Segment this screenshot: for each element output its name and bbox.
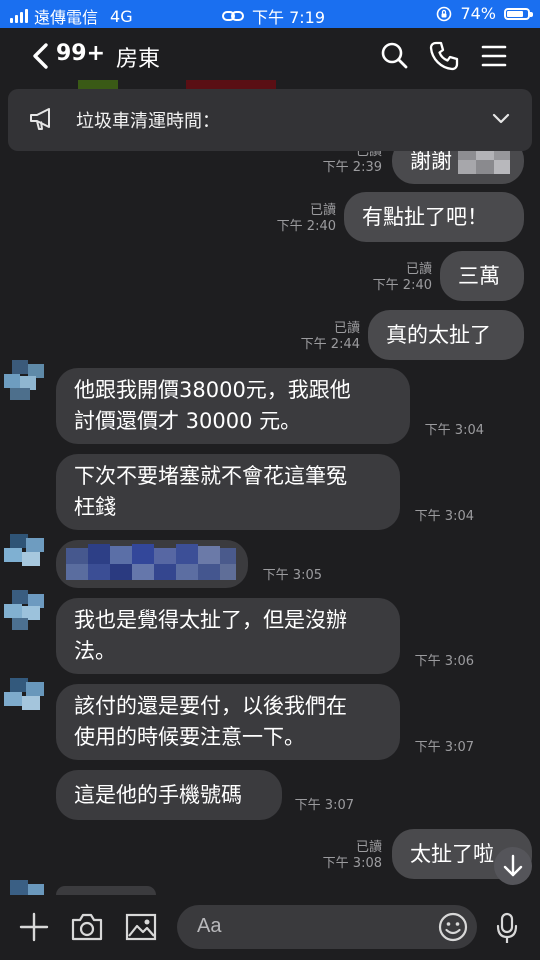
read-receipt: 已讀	[309, 203, 336, 218]
camera-icon[interactable]	[70, 911, 104, 943]
microphone-icon[interactable]	[494, 911, 520, 945]
message-bubble-received[interactable]: 他跟我開價38000元，我跟他 討價還價才 30000 元。	[56, 368, 410, 444]
message-text: 他跟我開價38000元，我跟他	[74, 378, 351, 402]
message-bubble-received[interactable]	[56, 540, 248, 588]
message-bubble-received[interactable]: 該付的還是要付，以後我們在 使用的時候要注意一下。	[56, 684, 400, 760]
message-bubble-received[interactable]	[56, 886, 156, 895]
announcement-text: 垃圾車清運時間：	[76, 111, 220, 132]
message-time: 下午 3:07	[294, 798, 354, 813]
message-text: 使用的時候要注意一下。	[74, 725, 305, 749]
avatar[interactable]	[4, 878, 44, 895]
message-text: 三萬	[458, 264, 500, 288]
message-bubble-received[interactable]: 我也是覺得太扯了，但是沒辦 法。	[56, 598, 400, 674]
message-text: 有點扯了吧！	[362, 205, 488, 229]
announcement-banner[interactable]: 垃圾車清運時間：	[8, 89, 532, 151]
message-bubble-sent[interactable]: 真的太扯了	[368, 310, 524, 360]
message-text: 該付的還是要付，以後我們在	[74, 694, 347, 718]
message-meta: 已讀 下午 2:40	[352, 262, 432, 294]
read-receipt: 已讀	[355, 840, 382, 855]
message-text: 下次不要堵塞就不會花這筆冤	[74, 464, 347, 488]
message-bubble-received[interactable]: 下次不要堵塞就不會花這筆冤 枉錢	[56, 454, 400, 530]
message-bubble-sent[interactable]: 三萬	[440, 251, 524, 301]
emoji-icon[interactable]	[437, 911, 469, 943]
redacted-content	[66, 544, 236, 584]
message-time: 下午 3:06	[414, 654, 474, 669]
message-time: 下午 3:08	[322, 856, 382, 871]
avatar[interactable]	[4, 360, 44, 400]
image-icon[interactable]	[124, 911, 158, 943]
message-text: 討價還價才 30000 元。	[74, 409, 302, 433]
message-text: 枉錢	[74, 495, 116, 519]
message-bubble-sent[interactable]: 有點扯了吧！	[344, 192, 524, 242]
message-time: 下午 3:04	[414, 509, 474, 524]
message-meta: 已讀 下午 2:40	[256, 203, 336, 235]
message-text: 我也是覺得太扯了，但是沒辦	[74, 608, 347, 632]
message-placeholder: Aa	[197, 915, 222, 937]
message-time: 下午 3:07	[414, 740, 474, 755]
message-time: 下午 2:40	[372, 278, 432, 293]
message-input-bar: Aa	[0, 895, 540, 960]
message-text: 真的太扯了	[386, 323, 491, 347]
avatar[interactable]	[4, 676, 44, 716]
message-time: 下午 2:40	[276, 219, 336, 234]
message-input[interactable]: Aa	[177, 905, 477, 949]
message-time: 下午 2:39	[322, 160, 382, 175]
plus-icon[interactable]	[18, 911, 50, 943]
arrow-down-icon	[503, 854, 523, 877]
avatar[interactable]	[4, 590, 44, 630]
message-time: 下午 2:44	[300, 337, 360, 352]
message-text: 謝謝	[410, 149, 452, 173]
megaphone-icon	[30, 108, 50, 130]
avatar[interactable]	[4, 532, 44, 572]
message-text: 法。	[74, 639, 116, 663]
read-receipt: 已讀	[333, 321, 360, 336]
message-time: 下午 3:04	[424, 423, 484, 438]
message-time: 下午 3:05	[262, 568, 322, 583]
message-text: 太扯了啦	[410, 842, 494, 866]
message-text: 這是他的手機號碼	[74, 783, 242, 807]
message-meta: 已讀 下午 3:08	[302, 840, 382, 872]
message-meta: 已讀 下午 2:44	[280, 321, 360, 353]
chevron-down-icon[interactable]	[492, 111, 510, 125]
read-receipt: 已讀	[405, 262, 432, 277]
message-bubble-received[interactable]: 這是他的手機號碼	[56, 770, 282, 820]
scroll-to-bottom-button[interactable]	[494, 847, 532, 885]
